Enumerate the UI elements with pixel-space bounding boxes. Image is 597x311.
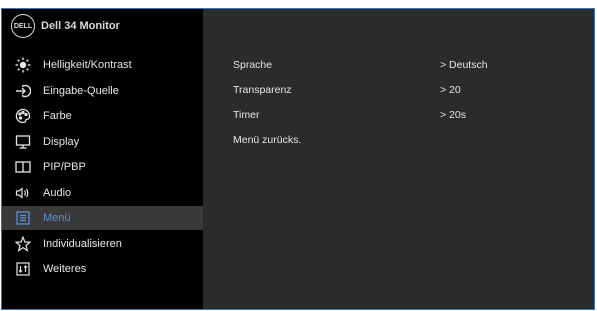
sidebar-item-label: Farbe [43,110,72,122]
sidebar: DELL Dell 34 Monitor Helligkeit/Kontrast [2,9,203,309]
settings-panel: Sprache > Deutsch Transparenz > 20 Timer… [203,33,594,309]
audio-icon [15,185,31,201]
caption-strip [0,0,597,8]
setting-row-timer[interactable]: Timer > 20s [203,105,594,125]
setting-name: Transparenz [233,84,292,96]
sidebar-item-label: Eingabe-Quelle [43,85,119,97]
sidebar-item-display[interactable]: Display [2,130,203,154]
setting-value: > 20 [440,84,461,96]
setting-name: Timer [233,109,260,121]
setting-value: > Deutsch [440,59,488,71]
sidebar-item-pip-pbp[interactable]: PIP/PBP [2,155,203,179]
star-icon [15,236,31,252]
sidebar-item-menu[interactable]: Menü [2,206,203,230]
sidebar-item-label: Menü [43,212,71,224]
setting-row-menu-reset[interactable]: Menü zurücks. [203,130,594,150]
setting-row-language[interactable]: Sprache > Deutsch [203,55,594,75]
input-source-icon [15,83,31,99]
sidebar-item-label: Helligkeit/Kontrast [43,59,132,71]
setting-row-transparency[interactable]: Transparenz > 20 [203,80,594,100]
sidebar-item-label: Weiteres [43,263,87,275]
sidebar-item-brightness-contrast[interactable]: Helligkeit/Kontrast [2,53,203,77]
osd-header: DELL Dell 34 Monitor [2,9,203,43]
sidebar-item-color[interactable]: Farbe [2,104,203,128]
setting-name: Sprache [233,59,273,71]
sidebar-item-audio[interactable]: Audio [2,181,203,205]
dell-logo: DELL [11,14,35,38]
sidebar-item-label: Audio [43,187,72,199]
sidebar-item-label: Display [43,136,80,148]
display-icon [15,134,31,150]
menu-icon [15,210,31,226]
sidebar-item-input-source[interactable]: Eingabe-Quelle [2,79,203,103]
setting-name: Menü zurücks. [233,134,302,146]
others-icon [15,261,31,277]
sidebar-item-personalize[interactable]: Individualisieren [2,232,203,256]
model-name: Dell 34 Monitor [41,20,120,32]
setting-value: > 20s [440,109,466,121]
osd-window: DELL Dell 34 Monitor Helligkeit/Kontrast [1,8,595,310]
sidebar-item-others[interactable]: Weiteres [2,257,203,281]
color-palette-icon [15,108,31,124]
sidebar-item-label: PIP/PBP [43,161,86,173]
brightness-icon [15,57,31,73]
sidebar-item-label: Individualisieren [43,238,122,250]
pip-pbp-icon [15,159,31,175]
